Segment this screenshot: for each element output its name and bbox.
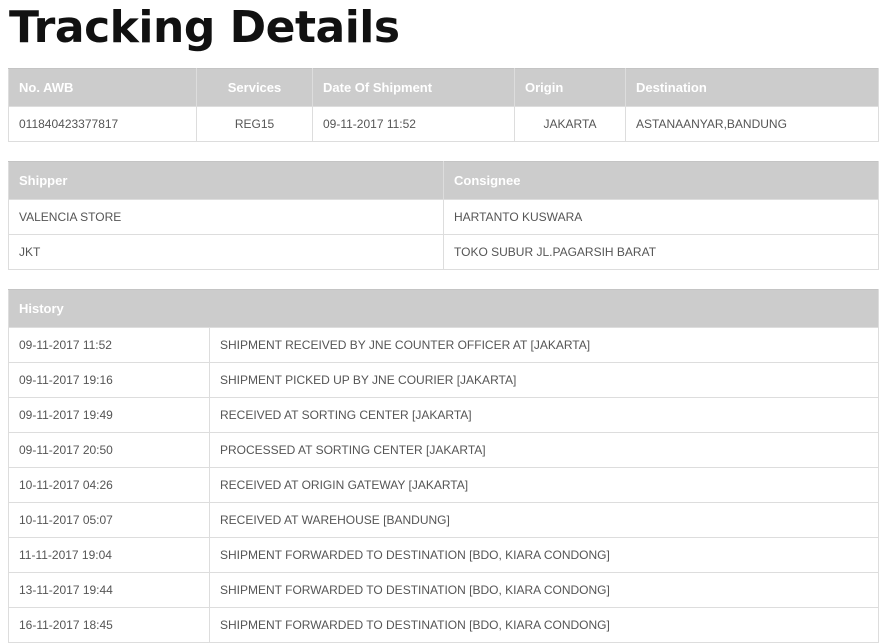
history-time: 13-11-2017 19:44 [8,572,210,608]
history-row: 16-11-2017 18:45 SHIPMENT FORWARDED TO D… [8,607,880,643]
parties-row: JKT TOKO SUBUR JL.PAGARSIH BARAT [8,234,879,270]
history-row: 10-11-2017 04:26 RECEIVED AT ORIGIN GATE… [8,467,880,503]
history-row: 09-11-2017 19:49 RECEIVED AT SORTING CEN… [8,397,880,433]
services-header: Services [196,68,313,107]
services-value: REG15 [196,106,313,142]
history-event: SHIPMENT RECEIVED BY JNE COUNTER OFFICER… [208,327,880,363]
shipper-city: JKT [8,234,444,270]
history-event: SHIPMENT FORWARDED TO DESTINATION [BDO, … [208,572,880,608]
history-event: RECEIVED AT SORTING CENTER [JAKARTA] [208,397,880,433]
summary-header-row: No. AWB Services Date Of Shipment Origin… [8,68,879,107]
date-value: 09-11-2017 11:52 [312,106,515,142]
history-time: 11-11-2017 19:04 [8,537,210,573]
history-header-row: History [7,289,880,328]
history-event: PROCESSED AT SORTING CENTER [JAKARTA] [208,432,880,468]
history-row: 10-11-2017 05:07 RECEIVED AT WAREHOUSE [… [8,502,880,538]
history-time: 09-11-2017 20:50 [8,432,210,468]
history-event: SHIPMENT FORWARDED TO DESTINATION [BDO, … [208,607,880,643]
awb-header: No. AWB [8,68,197,107]
history-event: SHIPMENT FORWARDED TO DESTINATION [BDO, … [208,537,880,573]
history-header: History [7,289,880,328]
consignee-name: HARTANTO KUSWARA [443,199,879,235]
history-time: 09-11-2017 19:16 [8,362,210,398]
history-row: 13-11-2017 19:44 SHIPMENT FORWARDED TO D… [8,572,880,608]
summary-row: 011840423377817 REG15 09-11-2017 11:52 J… [8,106,879,142]
history-row: 11-11-2017 19:04 SHIPMENT FORWARDED TO D… [8,537,880,573]
history-time: 09-11-2017 19:49 [8,397,210,433]
origin-value: JAKARTA [514,106,626,142]
date-header: Date Of Shipment [312,68,515,107]
parties-row: VALENCIA STORE HARTANTO KUSWARA [8,199,879,235]
shipper-consignee-table: Shipper Consignee VALENCIA STORE HARTANT… [8,161,879,270]
history-event: RECEIVED AT ORIGIN GATEWAY [JAKARTA] [208,467,880,503]
parties-header-row: Shipper Consignee [8,161,879,200]
history-row: 09-11-2017 19:16 SHIPMENT PICKED UP BY J… [8,362,880,398]
history-time: 16-11-2017 18:45 [8,607,210,643]
destination-header: Destination [625,68,879,107]
awb-value: 011840423377817 [8,106,197,142]
shipment-summary-table: No. AWB Services Date Of Shipment Origin… [8,68,879,142]
history-event: SHIPMENT PICKED UP BY JNE COURIER [JAKAR… [208,362,880,398]
page-title: Tracking Details [9,2,400,53]
history-time: 10-11-2017 04:26 [8,467,210,503]
history-row: 09-11-2017 11:52 SHIPMENT RECEIVED BY JN… [8,327,880,363]
history-table: History 09-11-2017 11:52 SHIPMENT RECEIV… [7,289,880,643]
history-row: 09-11-2017 20:50 PROCESSED AT SORTING CE… [8,432,880,468]
destination-value: ASTANAANYAR,BANDUNG [625,106,879,142]
consignee-address: TOKO SUBUR JL.PAGARSIH BARAT [443,234,879,270]
consignee-header: Consignee [443,161,879,200]
shipper-header: Shipper [8,161,444,200]
history-event: RECEIVED AT WAREHOUSE [BANDUNG] [208,502,880,538]
history-time: 10-11-2017 05:07 [8,502,210,538]
history-time: 09-11-2017 11:52 [8,327,210,363]
origin-header: Origin [514,68,626,107]
shipper-name: VALENCIA STORE [8,199,444,235]
